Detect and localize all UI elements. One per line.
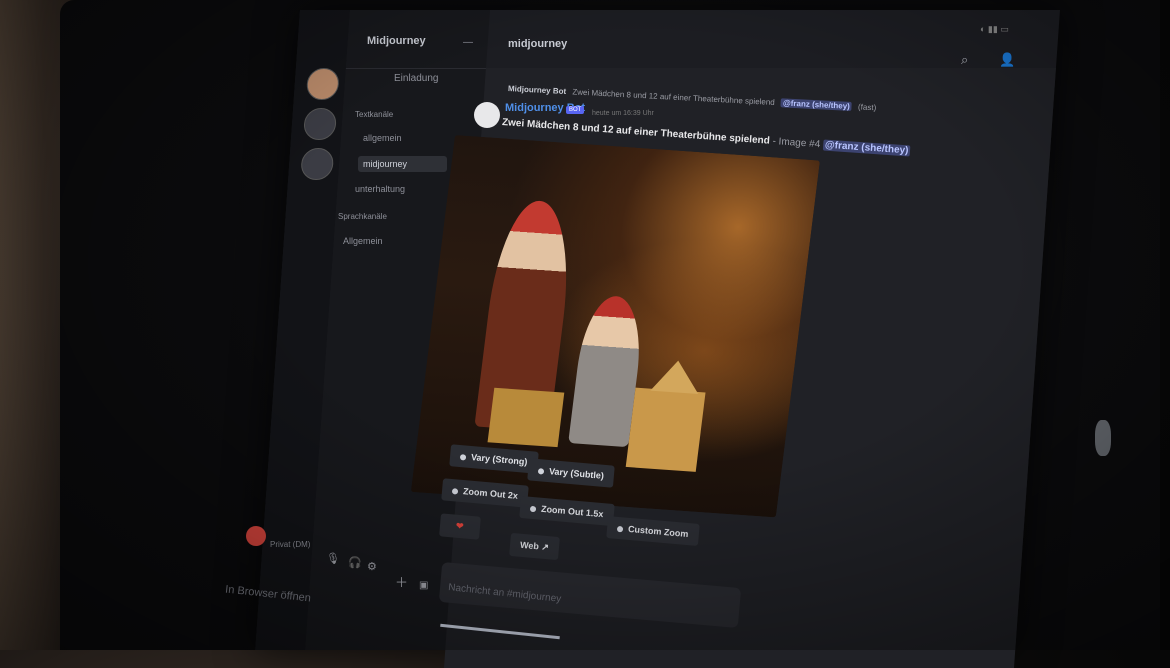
cardboard-house [625, 387, 706, 472]
zoom-out-2x-label: Zoom Out 2x [462, 486, 519, 501]
sparkle-icon [459, 453, 467, 461]
zoom-out-15x-label: Zoom Out 1.5x [540, 503, 604, 520]
search-icon[interactable]: ⌕ [961, 52, 968, 68]
house-roof [650, 358, 703, 395]
sparkle-icon [537, 467, 545, 475]
chevron-down-icon[interactable]: — [463, 37, 473, 48]
favorite-button[interactable]: ❤ [439, 513, 481, 540]
gif-icon[interactable]: ▣ [419, 580, 428, 591]
channel-unterhaltung[interactable]: unterhaltung [355, 184, 405, 194]
members-icon[interactable]: 👤 [999, 52, 1015, 68]
plus-icon[interactable]: ＋ [395, 572, 408, 591]
zoom-icon [529, 505, 537, 512]
custom-zoom-label: Custom Zoom [627, 523, 689, 540]
channel-allgemein[interactable]: allgemein [363, 133, 402, 143]
zoom-icon [451, 487, 459, 495]
cardboard-box-left [487, 387, 565, 448]
vary-strong-label: Vary (Strong) [470, 452, 528, 467]
voice-channel-allgemein[interactable]: Allgemein [343, 236, 383, 246]
avatar[interactable] [474, 102, 500, 128]
mic-icon[interactable]: 🎙 [326, 552, 340, 565]
server-icon-2[interactable] [302, 108, 338, 140]
headphones-icon[interactable]: 🎧 [348, 556, 362, 569]
vary-subtle-label: Vary (Subtle) [548, 466, 605, 481]
user-status: Privat (DM) [270, 540, 311, 549]
reply-suffix: (fast) [857, 102, 877, 113]
invite-button[interactable]: Einladung [394, 73, 438, 84]
bot-badge: BOT [566, 106, 585, 114]
server-icon-3[interactable] [300, 148, 335, 180]
server-icon-1[interactable] [305, 68, 340, 100]
channel-midjourney[interactable]: midjourney [358, 156, 448, 172]
zoom-icon [616, 525, 624, 533]
server-name[interactable]: Midjourney [367, 35, 426, 47]
light-reflection [1095, 420, 1111, 456]
message-timestamp: heute um 16:39 Uhr [592, 110, 654, 117]
gear-icon[interactable]: ⚙ [367, 560, 377, 573]
category-voice[interactable]: Sprachkanäle [338, 212, 387, 221]
user-avatar[interactable] [246, 526, 266, 546]
status-bar-icons: ◐ ▮▮ ▭ [980, 24, 1009, 34]
channel-title: midjourney [508, 38, 568, 50]
category-text[interactable]: Textkanäle [355, 110, 393, 119]
web-button[interactable]: Web ↗ [509, 532, 560, 561]
channel-header [345, 34, 1059, 69]
